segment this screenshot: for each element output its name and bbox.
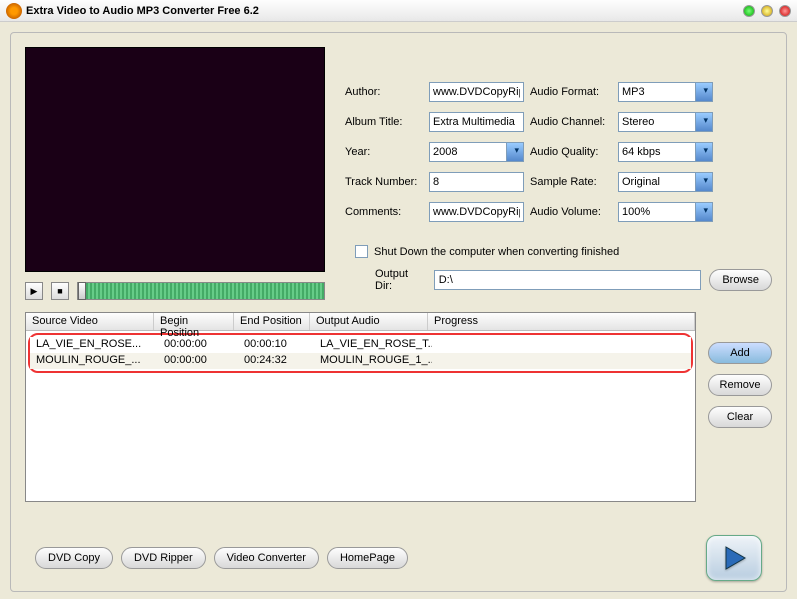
app-icon (6, 3, 22, 19)
footer: DVD Copy DVD Ripper Video Converter Home… (35, 535, 762, 581)
outdir-input[interactable] (434, 270, 702, 290)
album-label: Album Title: (345, 116, 423, 128)
play-icon (720, 544, 748, 572)
volume-label: Audio Volume: (530, 206, 612, 218)
format-select[interactable]: MP3 (618, 82, 713, 102)
col-source[interactable]: Source Video (26, 313, 154, 330)
video-preview (25, 47, 325, 272)
author-label: Author: (345, 86, 423, 98)
quality-label: Audio Quality: (530, 146, 612, 158)
seek-thumb[interactable] (78, 282, 86, 300)
dvd-copy-button[interactable]: DVD Copy (35, 547, 113, 569)
track-input[interactable] (429, 172, 524, 192)
track-label: Track Number: (345, 176, 423, 188)
list-item[interactable]: LA_VIE_EN_ROSE... 00:00:00 00:00:10 LA_V… (30, 337, 691, 353)
stop-button[interactable]: ■ (51, 282, 69, 300)
list-header: Source Video Begin Position End Position… (26, 313, 695, 331)
year-label: Year: (345, 146, 423, 158)
dvd-ripper-button[interactable]: DVD Ripper (121, 547, 206, 569)
metadata-panel: Author: Audio Format: MP3 Album Title: A… (345, 47, 772, 300)
close-button[interactable] (779, 5, 791, 17)
video-converter-button[interactable]: Video Converter (214, 547, 319, 569)
shutdown-checkbox[interactable] (355, 245, 368, 258)
homepage-button[interactable]: HomePage (327, 547, 408, 569)
col-output[interactable]: Output Audio (310, 313, 428, 330)
outdir-label: Output Dir: (375, 268, 426, 292)
convert-button[interactable] (706, 535, 762, 581)
list-highlight: LA_VIE_EN_ROSE... 00:00:00 00:00:10 LA_V… (28, 333, 693, 373)
title-bar: Extra Video to Audio MP3 Converter Free … (0, 0, 797, 22)
list-item[interactable]: MOULIN_ROUGE_... 00:00:00 00:24:32 MOULI… (30, 353, 691, 369)
window-title: Extra Video to Audio MP3 Converter Free … (26, 5, 737, 17)
format-label: Audio Format: (530, 86, 612, 98)
rate-select[interactable]: Original (618, 172, 713, 192)
play-button[interactable]: ▶ (25, 282, 43, 300)
col-end[interactable]: End Position (234, 313, 310, 330)
comments-label: Comments: (345, 206, 423, 218)
channel-label: Audio Channel: (530, 116, 612, 128)
shutdown-label: Shut Down the computer when converting f… (374, 246, 619, 258)
add-button[interactable]: Add (708, 342, 772, 364)
browse-button[interactable]: Browse (709, 269, 772, 291)
volume-select[interactable]: 100% (618, 202, 713, 222)
file-list[interactable]: Source Video Begin Position End Position… (25, 312, 696, 502)
rate-label: Sample Rate: (530, 176, 612, 188)
channel-select[interactable]: Stereo (618, 112, 713, 132)
remove-button[interactable]: Remove (708, 374, 772, 396)
minimize-button[interactable] (743, 5, 755, 17)
year-select[interactable]: 2008 (429, 142, 524, 162)
author-input[interactable] (429, 82, 524, 102)
clear-button[interactable]: Clear (708, 406, 772, 428)
col-begin[interactable]: Begin Position (154, 313, 234, 330)
comments-input[interactable] (429, 202, 524, 222)
quality-select[interactable]: 64 kbps (618, 142, 713, 162)
album-input[interactable] (429, 112, 524, 132)
maximize-button[interactable] (761, 5, 773, 17)
seek-slider[interactable] (77, 282, 325, 300)
main-panel: ▶ ■ Author: Audio Format: MP3 Album Titl… (10, 32, 787, 592)
col-progress[interactable]: Progress (428, 313, 695, 330)
